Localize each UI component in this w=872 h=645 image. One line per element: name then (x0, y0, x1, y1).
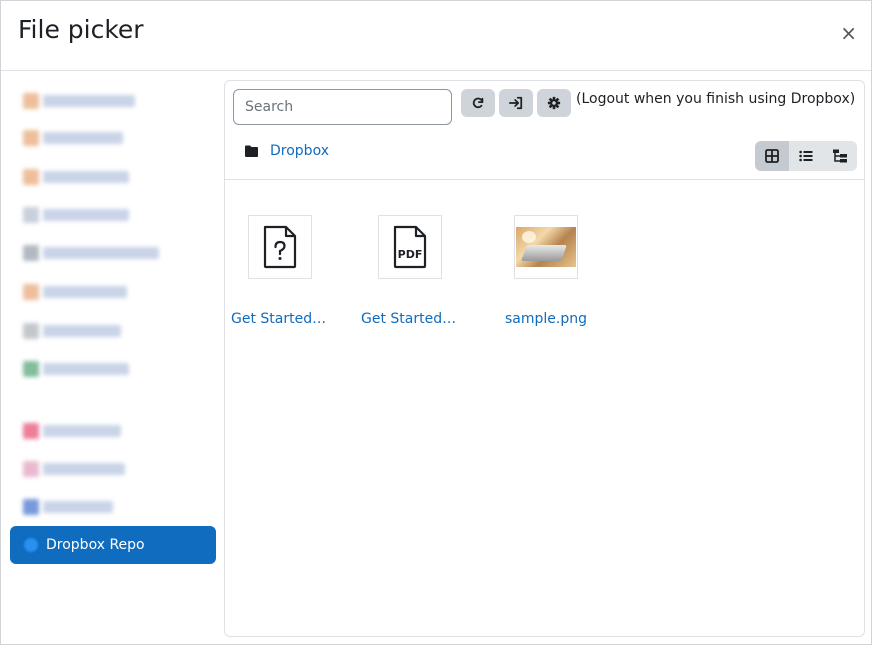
file-name: sample.png (505, 311, 587, 327)
folder-icon (245, 145, 258, 157)
repository-icon (23, 361, 39, 377)
repository-icon (23, 323, 39, 339)
sidebar-item-label: Dropbox Repo (46, 537, 145, 553)
sidebar-item-repository[interactable] (23, 244, 159, 262)
repository-icon (23, 130, 39, 146)
search-input[interactable] (233, 89, 452, 125)
tree-icon (833, 149, 847, 163)
dialog-header: File picker × (1, 1, 871, 71)
file-thumbnail (248, 215, 312, 279)
file-item[interactable]: Get Started … (225, 215, 335, 327)
sidebar-item-repository[interactable] (23, 92, 135, 110)
list-icon (799, 150, 813, 162)
grid-icon (765, 149, 779, 163)
repository-icon (23, 169, 39, 185)
repository-icon (23, 499, 39, 515)
sidebar-item-repository[interactable] (23, 322, 121, 340)
sidebar-item-repository[interactable] (23, 498, 113, 516)
dropbox-icon (24, 538, 38, 552)
sidebar-item-repository[interactable] (23, 422, 121, 440)
dialog-title: File picker (18, 15, 144, 44)
toolbar: (Logout when you finish using Dropbox) D… (225, 81, 864, 180)
view-mode-toggle (755, 141, 857, 171)
sign-in-icon (509, 96, 523, 110)
file-browser-panel: (Logout when you finish using Dropbox) D… (224, 80, 865, 637)
sidebar-item-label (43, 171, 129, 183)
settings-button[interactable] (537, 89, 571, 117)
sidebar-item-repository[interactable] (23, 360, 129, 378)
breadcrumb: Dropbox (245, 143, 329, 159)
sidebar-item-repository[interactable] (23, 206, 129, 224)
gear-icon (547, 96, 561, 110)
sidebar-item-label (43, 132, 123, 144)
sidebar-item-label (43, 363, 129, 375)
breadcrumb-dropbox-link[interactable]: Dropbox (270, 143, 329, 159)
file-item[interactable]: PDF Get Started … (355, 215, 465, 327)
repository-icon (23, 245, 39, 261)
logout-note: (Logout when you finish using Dropbox) (576, 91, 856, 107)
sidebar-item-label (43, 95, 135, 107)
refresh-button[interactable] (461, 89, 495, 117)
sidebar-item-dropbox-repo[interactable]: Dropbox Repo (10, 526, 216, 564)
repository-icon (23, 461, 39, 477)
close-button[interactable]: × (840, 21, 857, 45)
sidebar-item-label (43, 286, 127, 298)
file-question-icon (263, 225, 297, 269)
login-button[interactable] (499, 89, 533, 117)
file-picker-dialog: File picker × Dropbox Repo Search (Logou… (0, 0, 872, 645)
repository-icon (23, 284, 39, 300)
repository-sidebar: Dropbox Repo (1, 72, 223, 644)
pdf-badge: PDF (398, 248, 423, 261)
sidebar-item-repository[interactable] (23, 283, 127, 301)
sidebar-item-label (43, 209, 129, 221)
view-icons-button[interactable] (755, 141, 789, 171)
repository-icon (23, 207, 39, 223)
sidebar-item-label (43, 325, 121, 337)
view-list-button[interactable] (789, 141, 823, 171)
sidebar-item-repository[interactable] (23, 168, 129, 186)
sidebar-item-label (43, 501, 113, 513)
file-name: Get Started … (231, 311, 331, 327)
sidebar-item-label (43, 463, 125, 475)
view-tree-button[interactable] (823, 141, 857, 171)
sidebar-item-repository[interactable] (23, 460, 125, 478)
refresh-icon (472, 97, 484, 109)
sidebar-item-repository[interactable] (23, 129, 123, 147)
file-pdf-icon: PDF (393, 225, 427, 269)
file-thumbnail (514, 215, 578, 279)
file-thumbnail: PDF (378, 215, 442, 279)
file-name: Get Started … (361, 311, 461, 327)
repository-icon (23, 423, 39, 439)
sidebar-item-label (43, 425, 121, 437)
sidebar-item-label (43, 247, 159, 259)
repository-icon (23, 93, 39, 109)
file-item[interactable]: sample.png (491, 215, 601, 327)
image-thumbnail (516, 227, 576, 267)
